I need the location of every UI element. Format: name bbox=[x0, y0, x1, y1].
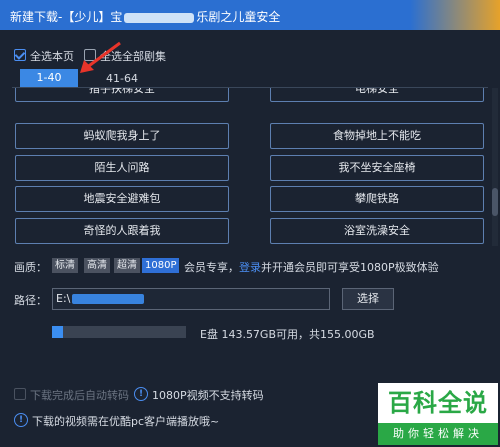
disk-usage-fill bbox=[52, 326, 63, 338]
episode-scrollbar-thumb[interactable] bbox=[492, 188, 498, 216]
member-note: 会员专享， bbox=[184, 261, 239, 274]
episode-list: 指手扶梯安全 电梯安全 蚂蚁爬我身上了 食物掉地上不能吃 陌生人问路 我不坐安全… bbox=[10, 88, 488, 246]
auto-transcode-checkbox[interactable] bbox=[14, 388, 26, 400]
episode-item[interactable]: 食物掉地上不能吃 bbox=[270, 123, 484, 149]
choose-path-button[interactable]: 选择 bbox=[342, 288, 394, 310]
select-page-checkbox[interactable] bbox=[14, 49, 26, 61]
watermark-tagline: 助你轻松解决 bbox=[378, 423, 498, 445]
episode-item[interactable]: 我不坐安全座椅 bbox=[270, 155, 484, 181]
transcode-note: 1080P视频不支持转码 bbox=[152, 389, 264, 402]
window-title: 新建下载-【少儿】宝 乐剧之儿童安全 bbox=[10, 8, 280, 25]
path-label: 路径： bbox=[14, 294, 47, 307]
watermark-logo: 百科全说 bbox=[378, 383, 498, 423]
title-suffix: 乐剧之儿童安全 bbox=[196, 10, 281, 24]
red-arrow-icon bbox=[80, 41, 121, 73]
episode-item[interactable]: 电梯安全 bbox=[270, 88, 484, 102]
episode-item[interactable]: 攀爬铁路 bbox=[270, 186, 484, 212]
episode-scrollbar[interactable] bbox=[492, 88, 498, 246]
episode-item[interactable]: 指手扶梯安全 bbox=[15, 88, 229, 102]
storage-note: 下载的视频需在优酷pc客户端播放哦~ bbox=[32, 415, 220, 428]
quality-hd-button[interactable]: 高清 bbox=[84, 258, 110, 273]
quality-1080p-button[interactable]: 1080P bbox=[142, 258, 180, 273]
upgrade-note: 并开通会员即可享受1080P极致体验 bbox=[261, 261, 439, 274]
episode-item[interactable]: 蚂蚁爬我身上了 bbox=[15, 123, 229, 149]
select-page-label: 全选本页 bbox=[30, 50, 74, 63]
title-bar: 新建下载-【少儿】宝 乐剧之儿童安全 bbox=[0, 0, 500, 30]
title-decoration-image bbox=[410, 0, 500, 30]
path-prefix: E:\ bbox=[56, 292, 71, 305]
episode-item[interactable]: 奇怪的人跟着我 bbox=[15, 218, 229, 244]
auto-transcode-label: 下载完成后自动转码 bbox=[30, 389, 129, 402]
episode-item[interactable]: 地震安全避难包 bbox=[15, 186, 229, 212]
title-blur bbox=[124, 12, 195, 23]
tab-41-64[interactable]: 41-64 bbox=[106, 72, 138, 85]
path-value: E:\ bbox=[56, 292, 145, 305]
info-icon: ! bbox=[14, 413, 28, 427]
quality-sd-button[interactable]: 标清 bbox=[52, 258, 78, 273]
quality-note: 会员专享，登录并开通会员即可享受1080P极致体验 bbox=[184, 259, 439, 275]
path-blur bbox=[72, 294, 145, 304]
disk-usage-bar bbox=[52, 326, 186, 338]
tab-1-40[interactable]: 1-40 bbox=[20, 69, 78, 87]
episode-item[interactable]: 陌生人问路 bbox=[15, 155, 229, 181]
info-icon: ! bbox=[134, 387, 148, 401]
episode-item[interactable]: 浴室洗澡安全 bbox=[270, 218, 484, 244]
quality-uhd-button[interactable]: 超清 bbox=[114, 258, 140, 273]
disk-info: E盘 143.57GB可用，共155.00GB bbox=[200, 328, 375, 341]
title-prefix: 新建下载-【少儿】宝 bbox=[10, 10, 123, 24]
quality-label: 画质： bbox=[14, 261, 47, 274]
login-link[interactable]: 登录 bbox=[239, 261, 261, 274]
